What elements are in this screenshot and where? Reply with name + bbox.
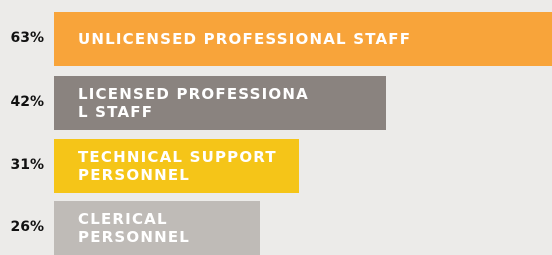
bar-label-2: LICENSED PROFESSIONA L STAFF bbox=[78, 85, 309, 121]
value-label-3: 31% bbox=[10, 157, 44, 173]
horizontal-bar-chart: UNLICENSED PROFESSIONAL STAFF 63% LICENSED… bbox=[0, 0, 552, 255]
bar-label-1: UNLICENSED PROFESSIONAL STAFF bbox=[78, 30, 412, 48]
value-label-2: 42% bbox=[10, 94, 44, 110]
bar-label-4: CLERICAL PERSONNEL bbox=[78, 210, 191, 246]
value-label-1: 63% bbox=[10, 30, 44, 46]
value-label-4: 26% bbox=[10, 219, 44, 235]
bar-label-3: TECHNICAL SUPPORT PERSONNEL bbox=[78, 148, 277, 184]
